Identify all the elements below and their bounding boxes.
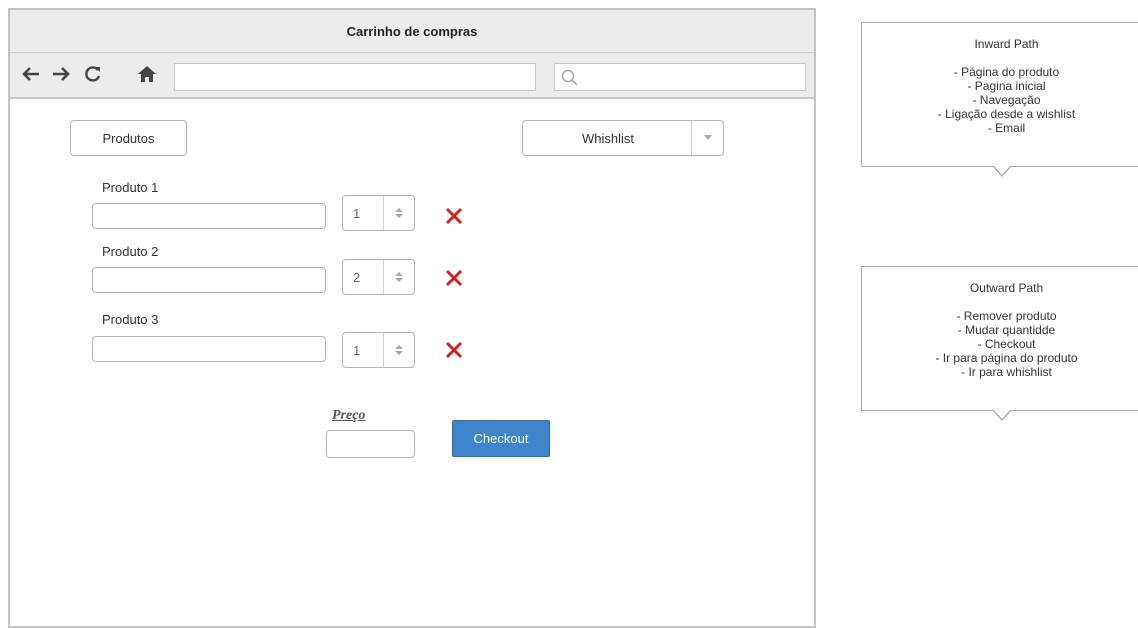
- whishlist-dropdown[interactable]: Whishlist: [522, 120, 724, 156]
- quantity-stepper[interactable]: 1: [342, 195, 415, 231]
- url-input[interactable]: [174, 63, 536, 91]
- callout-tail: [992, 165, 1012, 177]
- callout-item: - Ligação desde a wishlist: [937, 107, 1076, 121]
- callout-title: Outward Path: [969, 281, 1044, 295]
- inward-path-callout: Inward Path - Página do produto - Pagina…: [861, 22, 1138, 177]
- search-input[interactable]: [554, 63, 806, 91]
- whishlist-selected: Whishlist: [581, 131, 634, 146]
- product-name-input[interactable]: [92, 267, 326, 293]
- product-label: Produto 1: [102, 180, 159, 195]
- browser-toolbar: [10, 53, 814, 99]
- quantity-stepper[interactable]: 2: [342, 259, 415, 295]
- price-field[interactable]: [326, 430, 415, 458]
- arrow-left-icon[interactable]: [20, 61, 42, 87]
- callout-item: - Mudar quantidde: [957, 323, 1056, 337]
- outward-path-callout: Outward Path - Remover produto - Mudar q…: [861, 266, 1138, 421]
- checkout-button[interactable]: Checkout: [452, 420, 550, 457]
- callout-item: - Checkout: [977, 337, 1036, 351]
- window-title: Carrinho de compras: [346, 23, 478, 39]
- product-name-input[interactable]: [92, 336, 326, 362]
- callout-item: - Remover produto: [956, 309, 1057, 323]
- callout-item: - Pagina inicial: [967, 79, 1046, 93]
- callout-item: - Email: [987, 121, 1026, 135]
- search-icon: [561, 69, 578, 86]
- callout-item: - Navegação: [972, 93, 1041, 107]
- remove-icon[interactable]: [444, 206, 464, 226]
- callout-title: Inward Path: [974, 37, 1039, 51]
- quantity-stepper[interactable]: 1: [342, 332, 415, 368]
- callout-item: - Página do produto: [953, 65, 1060, 79]
- remove-icon[interactable]: [444, 340, 464, 360]
- remove-icon[interactable]: [444, 268, 464, 288]
- stepper-arrows-icon[interactable]: [383, 260, 414, 294]
- product-name-input[interactable]: [92, 203, 326, 229]
- reload-icon[interactable]: [82, 61, 104, 87]
- stepper-arrows-icon[interactable]: [383, 333, 414, 367]
- home-icon[interactable]: [136, 61, 158, 87]
- stepper-arrows-icon[interactable]: [383, 196, 414, 230]
- callout-tail: [992, 409, 1012, 421]
- products-button[interactable]: Produtos: [70, 120, 187, 156]
- price-label: Preço: [332, 408, 366, 423]
- chevron-down-icon[interactable]: [691, 121, 723, 155]
- browser-window: Carrinho de compras Produtos Whishlist P…: [8, 8, 816, 628]
- product-label: Produto 2: [102, 244, 159, 259]
- arrow-right-icon[interactable]: [50, 61, 72, 87]
- product-label: Produto 3: [102, 312, 159, 327]
- window-titlebar: Carrinho de compras: [10, 10, 814, 53]
- callout-item: - Ir para página do produto: [935, 351, 1078, 365]
- callout-item: - Ir para whishlist: [961, 365, 1052, 379]
